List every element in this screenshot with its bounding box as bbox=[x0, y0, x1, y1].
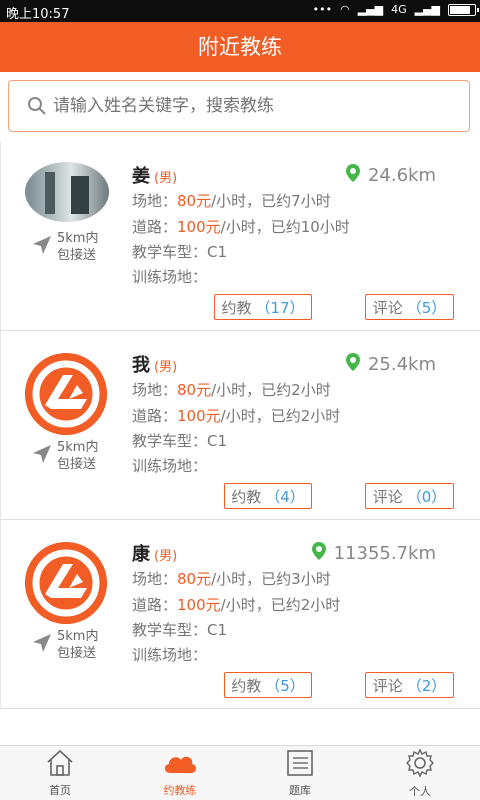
road-price-line: 道路：100元/小时，已约2小时 bbox=[132, 407, 341, 425]
pickup-info: 5km内包接送 bbox=[31, 439, 98, 473]
navigation-arrow-icon bbox=[31, 632, 53, 658]
network-type: 4G bbox=[391, 3, 407, 16]
search-box[interactable] bbox=[8, 80, 470, 132]
avatar bbox=[25, 353, 107, 435]
pickup-info: 5km内包接送 bbox=[31, 230, 98, 264]
training-field-line: 训练场地： bbox=[132, 646, 208, 664]
list-icon bbox=[285, 749, 315, 782]
training-field-line: 训练场地： bbox=[132, 457, 208, 475]
search-area bbox=[0, 72, 480, 142]
page-title: 附近教练 bbox=[0, 22, 480, 72]
site-price-line: 场地：80元/小时，已约3小时 bbox=[132, 570, 331, 588]
home-icon bbox=[45, 749, 75, 782]
pickup-range: 5km内 bbox=[57, 629, 99, 644]
book-button[interactable]: 约教 （5） bbox=[224, 672, 312, 698]
signal-icon: ▂▄▆ bbox=[357, 3, 384, 16]
status-bar: 晚上10:57 ••• ◠ ▂▄▆ 4G ▂▄▆ bbox=[0, 0, 480, 22]
avatar bbox=[25, 162, 109, 222]
location-pin-icon bbox=[345, 164, 368, 187]
road-price-line: 道路：100元/小时，已约10小时 bbox=[132, 218, 350, 236]
car-type-line: 教学车型：C1 bbox=[132, 621, 228, 639]
coach-name: 康 (男) bbox=[132, 544, 178, 565]
tab-label: 个人 bbox=[409, 784, 431, 798]
coach-list: 5km内 包接送 姜 (男) 24.6km 场地：80元/小时，已约7小时 道路：1… bbox=[0, 142, 480, 709]
search-icon bbox=[28, 97, 46, 115]
pickup-range: 5km内 bbox=[57, 440, 99, 455]
cloud-icon bbox=[161, 749, 199, 782]
gear-icon bbox=[405, 747, 435, 783]
pickup-label: 包接送 bbox=[57, 248, 97, 263]
review-button[interactable]: 评论 （5） bbox=[365, 294, 454, 320]
wifi-icon: ◠ bbox=[340, 3, 350, 16]
training-field-line: 训练场地： bbox=[132, 268, 208, 286]
distance: 25.4km bbox=[345, 353, 436, 376]
navigation-arrow-icon bbox=[31, 234, 53, 260]
coach-sex: (男) bbox=[154, 360, 178, 375]
site-price-line: 场地：80元/小时，已约7小时 bbox=[132, 192, 331, 210]
avatar bbox=[25, 542, 107, 624]
tab-label: 题库 bbox=[289, 783, 311, 797]
status-icons: ••• ◠ ▂▄▆ 4G ▂▄▆ bbox=[312, 3, 479, 16]
bottom-tab-bar: 首页 约教练 题库 个人 bbox=[0, 745, 480, 800]
road-price-line: 道路：100元/小时，已约2小时 bbox=[132, 596, 341, 614]
tab-list[interactable]: 题库 bbox=[240, 746, 360, 800]
pickup-label: 包接送 bbox=[57, 457, 97, 472]
coach-name: 我 (男) bbox=[132, 355, 178, 376]
tab-gear[interactable]: 个人 bbox=[360, 746, 480, 800]
pickup-info: 5km内包接送 bbox=[31, 628, 98, 662]
review-button[interactable]: 评论 （2） bbox=[365, 672, 454, 698]
pickup-range: 5km内 bbox=[57, 231, 99, 246]
coach-name: 姜 (男) bbox=[132, 166, 178, 187]
pickup-label: 包接送 bbox=[57, 646, 97, 661]
search-input[interactable] bbox=[51, 95, 455, 117]
tab-label: 约教练 bbox=[163, 783, 197, 797]
navigation-arrow-icon bbox=[31, 443, 53, 469]
location-pin-icon bbox=[311, 542, 334, 565]
tab-cloud[interactable]: 约教练 bbox=[120, 746, 240, 800]
car-type-line: 教学车型：C1 bbox=[132, 432, 228, 450]
book-button[interactable]: 约教 （17） bbox=[214, 294, 312, 320]
book-button[interactable]: 约教 （4） bbox=[224, 483, 312, 509]
coach-card[interactable]: 5km内包接送 姜 (男) 24.6km 场地：80元/小时，已约7小时 道路：1… bbox=[0, 142, 480, 331]
review-button[interactable]: 评论 （0） bbox=[365, 483, 454, 509]
coach-card[interactable]: 5km内包接送 康 (男) 11355.7km 场地：80元/小时，已约3小时 道… bbox=[0, 520, 480, 709]
battery-icon bbox=[448, 3, 479, 16]
car-type-line: 教学车型：C1 bbox=[132, 243, 228, 261]
status-time: 晚上10:57 bbox=[6, 7, 70, 22]
coach-sex: (男) bbox=[154, 171, 178, 186]
coach-card[interactable]: 5km内包接送 我 (男) 25.4km 场地：80元/小时，已约2小时 道路：1… bbox=[0, 331, 480, 520]
tab-label: 首页 bbox=[49, 783, 71, 797]
coach-sex: (男) bbox=[154, 549, 178, 564]
tab-home[interactable]: 首页 bbox=[0, 746, 120, 800]
distance: 24.6km bbox=[345, 164, 436, 187]
distance: 11355.7km bbox=[311, 542, 436, 565]
signal-icon-2: ▂▄▆ bbox=[414, 3, 440, 16]
location-pin-icon bbox=[345, 353, 368, 376]
site-price-line: 场地：80元/小时，已约2小时 bbox=[132, 381, 331, 399]
notification-dots-icon: ••• bbox=[312, 3, 333, 16]
